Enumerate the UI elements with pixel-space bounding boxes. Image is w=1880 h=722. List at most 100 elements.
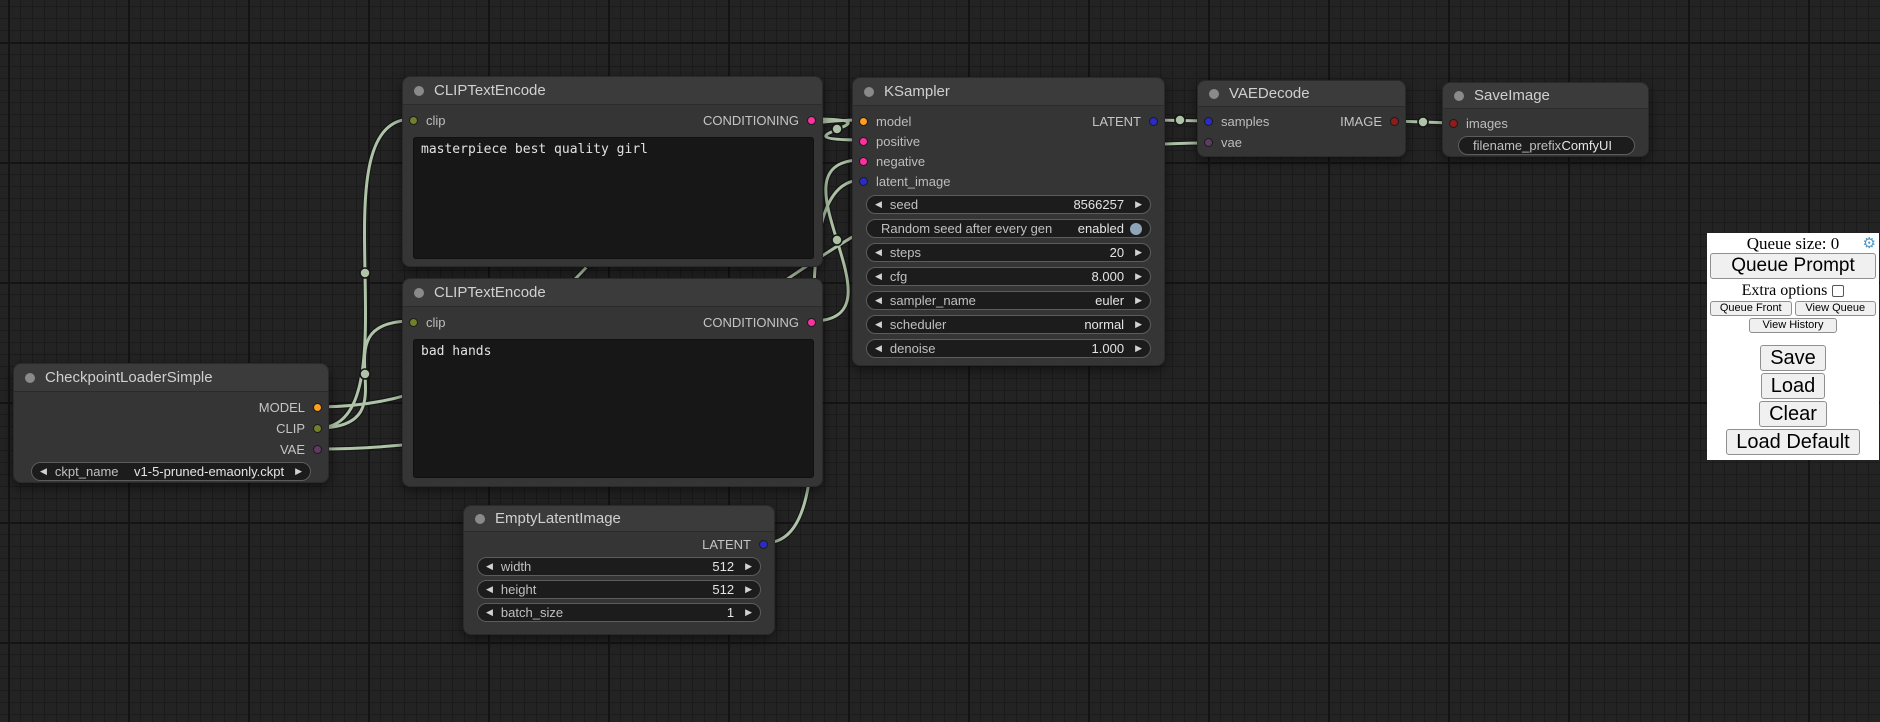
input-label-latent-image: latent_image xyxy=(876,174,950,189)
scheduler-widget[interactable]: ◀ scheduler normal ▶ xyxy=(866,315,1151,334)
random-seed-toggle-widget[interactable]: Random seed after every gen enabled xyxy=(866,219,1151,238)
model-input-port[interactable] xyxy=(859,117,868,126)
node-ksampler[interactable]: KSampler model LATENT positive negative … xyxy=(852,77,1165,366)
widget-value: enabled xyxy=(1078,221,1124,236)
widget-value: 512 xyxy=(712,582,734,597)
node-title-bar[interactable]: KSampler xyxy=(853,78,1164,106)
widget-label: batch_size xyxy=(501,605,563,620)
output-label-latent: LATENT xyxy=(702,537,751,552)
toggle-enabled-icon[interactable] xyxy=(1130,223,1142,235)
save-button[interactable]: Save xyxy=(1760,345,1826,371)
queue-prompt-button[interactable]: Queue Prompt xyxy=(1710,253,1876,279)
image-output-port[interactable] xyxy=(1390,117,1399,126)
increment-arrow-icon[interactable]: ▶ xyxy=(745,562,752,571)
widget-label: denoise xyxy=(890,341,936,356)
positive-prompt-textarea[interactable]: masterpiece best quality girl xyxy=(413,137,814,259)
increment-arrow-icon[interactable]: ▶ xyxy=(1135,344,1142,353)
height-widget[interactable]: ◀ height 512 ▶ xyxy=(477,580,761,599)
model-output-port[interactable] xyxy=(313,403,322,412)
widget-value: normal xyxy=(1084,317,1124,332)
load-default-button[interactable]: Load Default xyxy=(1726,429,1859,455)
increment-arrow-icon[interactable]: ▶ xyxy=(745,585,752,594)
cfg-widget[interactable]: ◀ cfg 8.000 ▶ xyxy=(866,267,1151,286)
increment-arrow-icon[interactable]: ▶ xyxy=(745,608,752,617)
decrement-arrow-icon[interactable]: ◀ xyxy=(875,248,882,257)
decrement-arrow-icon[interactable]: ◀ xyxy=(875,344,882,353)
decrement-arrow-icon[interactable]: ◀ xyxy=(875,200,882,209)
decrement-arrow-icon[interactable]: ◀ xyxy=(40,467,47,476)
negative-input-port[interactable] xyxy=(859,157,868,166)
node-title-bar[interactable]: CLIPTextEncode xyxy=(403,77,822,105)
node-clip-text-encode-negative[interactable]: CLIPTextEncode clip CONDITIONING bad han… xyxy=(402,278,823,487)
widget-label: ckpt_name xyxy=(55,464,119,479)
latent-output-port[interactable] xyxy=(1149,117,1158,126)
steps-widget[interactable]: ◀ steps 20 ▶ xyxy=(866,243,1151,262)
increment-arrow-icon[interactable]: ▶ xyxy=(295,467,302,476)
sampler-name-widget[interactable]: ◀ sampler_name euler ▶ xyxy=(866,291,1151,310)
latent-output-port[interactable] xyxy=(759,540,768,549)
output-label-vae: VAE xyxy=(280,442,305,457)
decrement-arrow-icon[interactable]: ◀ xyxy=(486,585,493,594)
node-empty-latent-image[interactable]: EmptyLatentImage LATENT ◀ width 512 ▶ ◀ … xyxy=(463,505,775,635)
filename-prefix-widget[interactable]: filename_prefix ComfyUI xyxy=(1458,136,1635,155)
node-title-bar[interactable]: CheckpointLoaderSimple xyxy=(14,364,328,392)
samples-input-port[interactable] xyxy=(1204,117,1213,126)
decrement-arrow-icon[interactable]: ◀ xyxy=(875,296,882,305)
node-checkpoint-loader[interactable]: CheckpointLoaderSimple MODEL CLIP VAE ◀ … xyxy=(13,363,329,483)
widget-label: scheduler xyxy=(890,317,946,332)
positive-input-port[interactable] xyxy=(859,137,868,146)
node-status-dot-icon xyxy=(475,514,485,524)
increment-arrow-icon[interactable]: ▶ xyxy=(1135,248,1142,257)
widget-value: 1.000 xyxy=(1092,341,1125,356)
widget-label: cfg xyxy=(890,269,907,284)
clear-button[interactable]: Clear xyxy=(1759,401,1827,427)
clip-input-port[interactable] xyxy=(409,116,418,125)
node-status-dot-icon xyxy=(414,86,424,96)
view-queue-button[interactable]: View Queue xyxy=(1795,301,1877,316)
decrement-arrow-icon[interactable]: ◀ xyxy=(486,608,493,617)
node-title-bar[interactable]: EmptyLatentImage xyxy=(464,506,774,532)
batch-size-widget[interactable]: ◀ batch_size 1 ▶ xyxy=(477,603,761,622)
node-clip-text-encode-positive[interactable]: CLIPTextEncode clip CONDITIONING masterp… xyxy=(402,76,823,267)
latent-image-input-port[interactable] xyxy=(859,177,868,186)
node-title-bar[interactable]: SaveImage xyxy=(1443,83,1648,109)
increment-arrow-icon[interactable]: ▶ xyxy=(1135,320,1142,329)
node-title-bar[interactable]: VAEDecode xyxy=(1198,81,1405,107)
widget-label: height xyxy=(501,582,536,597)
node-vae-decode[interactable]: VAEDecode samples IMAGE vae xyxy=(1197,80,1406,157)
extra-options-label: Extra options xyxy=(1742,282,1828,300)
node-title: KSampler xyxy=(884,83,950,100)
increment-arrow-icon[interactable]: ▶ xyxy=(1135,272,1142,281)
node-save-image[interactable]: SaveImage images filename_prefix ComfyUI xyxy=(1442,82,1649,157)
increment-arrow-icon[interactable]: ▶ xyxy=(1135,200,1142,209)
queue-front-button[interactable]: Queue Front xyxy=(1710,301,1792,316)
widget-value: 8.000 xyxy=(1092,269,1125,284)
clip-input-port[interactable] xyxy=(409,318,418,327)
increment-arrow-icon[interactable]: ▶ xyxy=(1135,296,1142,305)
node-status-dot-icon xyxy=(1454,91,1464,101)
width-widget[interactable]: ◀ width 512 ▶ xyxy=(477,557,761,576)
seed-widget[interactable]: ◀ seed 8566257 ▶ xyxy=(866,195,1151,214)
comfyui-canvas[interactable]: { "colors": { "wire": "#aec3a7", "port_m… xyxy=(0,0,1880,722)
decrement-arrow-icon[interactable]: ◀ xyxy=(875,320,882,329)
denoise-widget[interactable]: ◀ denoise 1.000 ▶ xyxy=(866,339,1151,358)
settings-gear-icon[interactable]: ⚙ xyxy=(1863,234,1876,253)
negative-prompt-textarea[interactable]: bad hands xyxy=(413,339,814,478)
widget-value: ComfyUI xyxy=(1561,138,1612,153)
conditioning-output-port[interactable] xyxy=(807,318,816,327)
ckpt-name-widget[interactable]: ◀ ckpt_name v1-5-pruned-emaonly.ckpt ▶ xyxy=(31,462,311,481)
vae-output-port[interactable] xyxy=(313,445,322,454)
output-label-latent: LATENT xyxy=(1092,114,1141,129)
decrement-arrow-icon[interactable]: ◀ xyxy=(875,272,882,281)
vae-input-port[interactable] xyxy=(1204,138,1213,147)
conditioning-output-port[interactable] xyxy=(807,116,816,125)
view-history-button[interactable]: View History xyxy=(1749,318,1837,333)
node-title-bar[interactable]: CLIPTextEncode xyxy=(403,279,822,307)
images-input-port[interactable] xyxy=(1449,119,1458,128)
extra-options-checkbox[interactable] xyxy=(1832,285,1844,297)
decrement-arrow-icon[interactable]: ◀ xyxy=(486,562,493,571)
clip-output-port[interactable] xyxy=(313,424,322,433)
node-title: EmptyLatentImage xyxy=(495,510,621,527)
output-label-conditioning: CONDITIONING xyxy=(703,315,799,330)
load-button[interactable]: Load xyxy=(1761,373,1826,399)
